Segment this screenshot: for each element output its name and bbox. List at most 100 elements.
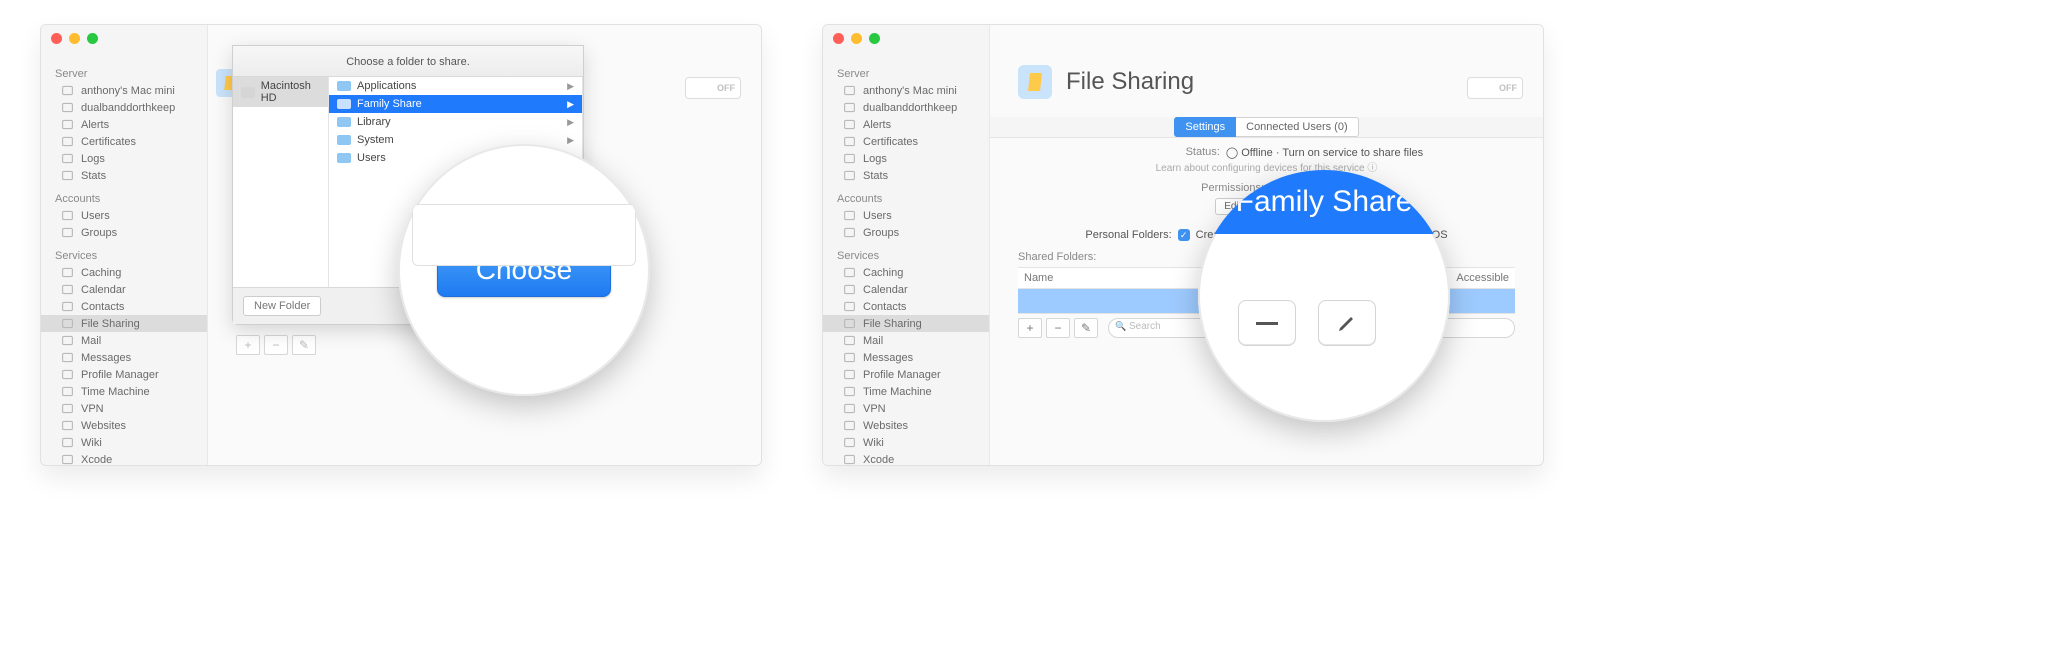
sidebar-item-icon [61,226,74,239]
sidebar-item-vpn[interactable]: VPN [823,400,989,417]
sidebar-item-label: Time Machine [863,386,932,398]
sidebar-item-stats[interactable]: Stats [823,167,989,184]
sidebar-item-messages[interactable]: Messages [823,349,989,366]
service-toggle[interactable]: OFF [685,77,741,99]
add-button[interactable]: + [236,335,260,355]
sidebar-item-users[interactable]: Users [41,207,207,224]
sidebar-item-websites[interactable]: Websites [41,417,207,434]
sidebar-item-icon [61,266,74,279]
personal-folders-checkbox[interactable]: ✓ [1178,229,1190,241]
sidebar-item-mail[interactable]: Mail [41,332,207,349]
magnifier-left: Choose [398,144,650,396]
sidebar-item-label: Messages [863,352,913,364]
sidebar-item-file-sharing[interactable]: File Sharing [823,315,989,332]
sidebar-item-label: Caching [81,267,121,279]
sidebar-item-certificates[interactable]: Certificates [41,133,207,150]
sidebar-item-websites[interactable]: Websites [823,417,989,434]
sidebar-item-caching[interactable]: Caching [823,264,989,281]
folder-row[interactable]: Family Share▶ [329,95,582,113]
tab-connected-users[interactable]: Connected Users (0) [1236,117,1359,137]
folder-row[interactable]: Applications▶ [329,77,582,95]
sidebar-item-contacts[interactable]: Contacts [41,298,207,315]
sidebar-item-label: Time Machine [81,386,150,398]
sidebar-item-anthony-s-mac-mini[interactable]: anthony's Mac mini [41,82,207,99]
sidebar-item-icon [61,209,74,222]
sidebar-item-alerts[interactable]: Alerts [823,116,989,133]
folder-name: Family Share [357,98,422,110]
sidebar-item-icon [843,317,856,330]
new-folder-button[interactable]: New Folder [243,296,321,316]
remove-button[interactable]: − [264,335,288,355]
minimize-icon[interactable] [69,33,80,44]
sidebar-item-icon [843,368,856,381]
chevron-right-icon: ▶ [567,117,574,128]
sidebar-item-file-sharing[interactable]: File Sharing [41,315,207,332]
device-row[interactable]: Macintosh HD [233,77,328,107]
folder-name: Applications [357,80,416,92]
sidebar-item-contacts[interactable]: Contacts [823,298,989,315]
sidebar-item-groups[interactable]: Groups [823,224,989,241]
sidebar-item-label: Websites [863,420,908,432]
sidebar-item-vpn[interactable]: VPN [41,400,207,417]
sidebar-item-label: VPN [863,403,886,415]
add-button[interactable]: + [1018,318,1042,338]
sidebar-item-time-machine[interactable]: Time Machine [823,383,989,400]
folder-icon [337,81,351,91]
zoom-icon[interactable] [869,33,880,44]
sidebar-item-label: File Sharing [81,318,140,330]
edit-button[interactable]: ✎ [292,335,316,355]
sidebar-item-xcode[interactable]: Xcode [823,451,989,466]
sidebar-item-icon [843,266,856,279]
sidebar-item-label: Users [81,210,110,222]
folder-row[interactable]: Library▶ [329,113,582,131]
service-toggle[interactable]: OFF [1467,77,1523,99]
sidebar-item-users[interactable]: Users [823,207,989,224]
close-icon[interactable] [51,33,62,44]
sidebar-item-alerts[interactable]: Alerts [41,116,207,133]
zoom-icon[interactable] [87,33,98,44]
sidebar-item-icon [843,84,856,97]
sidebar-item-label: Alerts [81,119,109,131]
sidebar-item-groups[interactable]: Groups [41,224,207,241]
sidebar: Serveranthony's Mac minidualbanddorthkee… [823,25,990,465]
minimize-icon[interactable] [851,33,862,44]
sidebar-item-profile-manager[interactable]: Profile Manager [823,366,989,383]
sidebar-item-xcode[interactable]: Xcode [41,451,207,466]
sidebar-item-logs[interactable]: Logs [823,150,989,167]
sidebar-item-caching[interactable]: Caching [41,264,207,281]
sidebar-item-icon [843,402,856,415]
sidebar-item-calendar[interactable]: Calendar [41,281,207,298]
sidebar-item-messages[interactable]: Messages [41,349,207,366]
sidebar-item-dualbanddorthkeep[interactable]: dualbanddorthkeep [823,99,989,116]
remove-button-zoom[interactable] [1238,300,1296,346]
sidebar-item-calendar[interactable]: Calendar [823,281,989,298]
sidebar-heading: Accounts [41,190,207,207]
sidebar-item-wiki[interactable]: Wiki [823,434,989,451]
sidebar-heading: Server [41,65,207,82]
sidebar-item-icon [843,209,856,222]
toggle-label: OFF [1499,83,1517,93]
traffic-lights[interactable] [833,33,880,44]
edit-button[interactable]: ✎ [1074,318,1098,338]
sidebar-item-logs[interactable]: Logs [41,150,207,167]
remove-button[interactable]: − [1046,318,1070,338]
sidebar-item-time-machine[interactable]: Time Machine [41,383,207,400]
page-title: File Sharing [1066,68,1194,96]
sidebar-item-icon [843,283,856,296]
sidebar-item-icon [843,419,856,432]
traffic-lights[interactable] [51,33,98,44]
sidebar-item-stats[interactable]: Stats [41,167,207,184]
sidebar-item-anthony-s-mac-mini[interactable]: anthony's Mac mini [823,82,989,99]
sidebar-item-wiki[interactable]: Wiki [41,434,207,451]
sidebar-item-label: Websites [81,420,126,432]
tab-settings[interactable]: Settings [1174,117,1236,137]
close-icon[interactable] [833,33,844,44]
sidebar-item-label: Messages [81,352,131,364]
sidebar-item-profile-manager[interactable]: Profile Manager [41,366,207,383]
sidebar-item-dualbanddorthkeep[interactable]: dualbanddorthkeep [41,99,207,116]
sidebar-item-certificates[interactable]: Certificates [823,133,989,150]
device-name: Macintosh HD [261,80,320,104]
edit-button-zoom[interactable] [1318,300,1376,346]
sidebar-item-mail[interactable]: Mail [823,332,989,349]
content-header: File Sharing [990,25,1543,117]
